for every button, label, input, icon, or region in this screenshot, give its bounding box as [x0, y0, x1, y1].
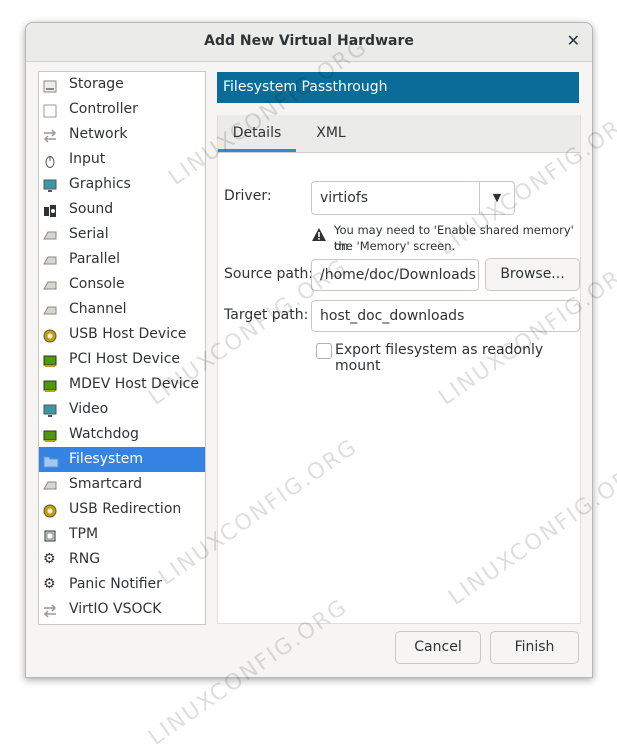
list-item-serial[interactable]: Serial [39, 222, 205, 247]
mdev-card-icon [43, 377, 57, 392]
controller-icon [43, 102, 57, 118]
list-item-label: VirtIO VSOCK [69, 601, 162, 617]
list-item-label: Video [69, 401, 109, 417]
usb-icon [43, 327, 57, 343]
gear-icon: ⚙ [43, 551, 56, 567]
list-item-label: Console [69, 276, 125, 292]
mouse-icon [43, 152, 57, 168]
list-item-label: Parallel [69, 251, 121, 267]
list-item-usb-host-device[interactable]: USB Host Device [39, 322, 205, 347]
chip-icon [43, 527, 57, 542]
list-item-label: Panic Notifier [69, 576, 162, 592]
pci-card-icon [43, 352, 57, 367]
storage-icon [43, 77, 57, 93]
list-item-label: Sound [69, 201, 114, 217]
list-item-label: Input [69, 151, 106, 167]
finish-button[interactable]: Finish [490, 631, 579, 664]
list-item-label: TPM [69, 526, 99, 542]
list-item-label: Storage [69, 76, 124, 92]
list-item-sound[interactable]: Sound [39, 197, 205, 222]
close-icon[interactable]: ✕ [567, 31, 580, 50]
list-item-virtio-vsock[interactable]: VirtIO VSOCK [39, 597, 205, 622]
parallel-icon [43, 252, 57, 266]
serial-icon [43, 227, 57, 241]
list-item-label: Graphics [69, 176, 131, 192]
usb-redirection-icon [43, 502, 57, 518]
list-item-label: USB Redirection [69, 501, 182, 517]
watchdog-icon [43, 427, 57, 442]
readonly-checkbox[interactable] [316, 343, 332, 359]
list-item-label: Serial [69, 226, 109, 242]
list-item-tpm[interactable]: TPM [39, 522, 205, 547]
gear-icon: ⚙ [43, 576, 56, 592]
driver-label: Driver: [224, 188, 272, 204]
list-item-usb-redirection[interactable]: USB Redirection [39, 497, 205, 522]
sound-icon [43, 202, 57, 217]
driver-value: virtiofs [320, 190, 369, 206]
list-item-label: Smartcard [69, 476, 143, 492]
list-item-controller[interactable]: Controller [39, 97, 205, 122]
titlebar: Add New Virtual Hardware ✕ [26, 23, 592, 62]
browse-button[interactable]: Browse... [485, 258, 580, 291]
list-item-label: PCI Host Device [69, 351, 181, 367]
list-item-label: Filesystem [69, 451, 144, 467]
list-item-channel[interactable]: Channel [39, 297, 205, 322]
list-item-parallel[interactable]: Parallel [39, 247, 205, 272]
warning-icon [311, 227, 327, 246]
list-item-label: Channel [69, 301, 127, 317]
list-item-smartcard[interactable]: Smartcard [39, 472, 205, 497]
smartcard-icon [43, 477, 57, 491]
list-item-network[interactable]: Network [39, 122, 205, 147]
list-item-filesystem[interactable]: Filesystem [39, 447, 205, 472]
dialog-title: Add New Virtual Hardware [204, 33, 414, 49]
list-item-label: USB Host Device [69, 326, 187, 342]
network-icon [43, 602, 57, 618]
list-item-watchdog[interactable]: Watchdog [39, 422, 205, 447]
list-item-label: Controller [69, 101, 138, 117]
list-item-label: Watchdog [69, 426, 139, 442]
cancel-button[interactable]: Cancel [395, 631, 481, 664]
channel-icon [43, 302, 57, 316]
folder-icon [43, 452, 59, 468]
tab-xml[interactable]: XML [300, 115, 362, 152]
video-icon [43, 402, 57, 417]
list-item-label: RNG [69, 551, 101, 567]
monitor-icon [43, 177, 57, 192]
readonly-label: Export filesystem as readonly mount [335, 342, 544, 374]
list-item-console[interactable]: Console [39, 272, 205, 297]
console-icon [43, 277, 57, 291]
network-icon [43, 127, 57, 143]
list-item-video[interactable]: Video [39, 397, 205, 422]
list-item-label: Network [69, 126, 128, 142]
list-item-storage[interactable]: Storage [39, 72, 205, 97]
hardware-list: Storage Controller Network Input Graphic… [38, 71, 206, 625]
